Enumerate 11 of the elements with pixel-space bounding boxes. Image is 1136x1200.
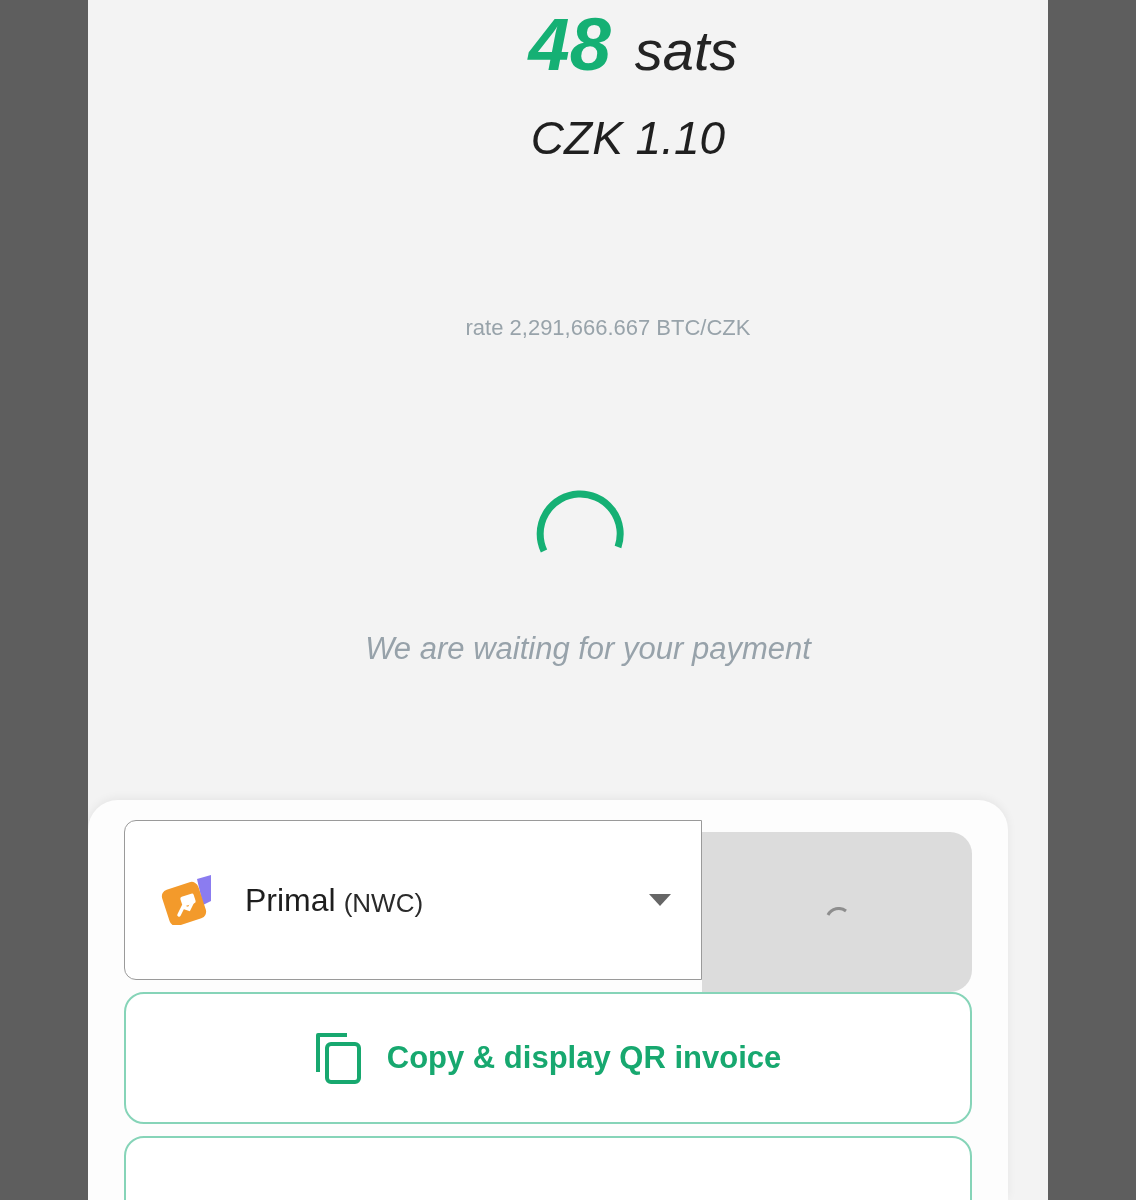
- wallet-type: (NWC): [343, 887, 424, 919]
- amount-unit: sats: [634, 20, 738, 82]
- status-message: We are waiting for your payment: [365, 631, 811, 668]
- wallet-name: Primal: [245, 881, 336, 919]
- pay-button[interactable]: [702, 832, 972, 992]
- caret-icon: [649, 894, 671, 906]
- amount-value: 48: [528, 4, 611, 86]
- fiat-amount: CZK 1.10: [530, 111, 726, 166]
- rate-text: rate 2,291,666.667 BTC/CZK: [465, 315, 751, 342]
- wallet-select[interactable]: Primal (NWC): [124, 820, 702, 980]
- copy-icon: [314, 1032, 361, 1084]
